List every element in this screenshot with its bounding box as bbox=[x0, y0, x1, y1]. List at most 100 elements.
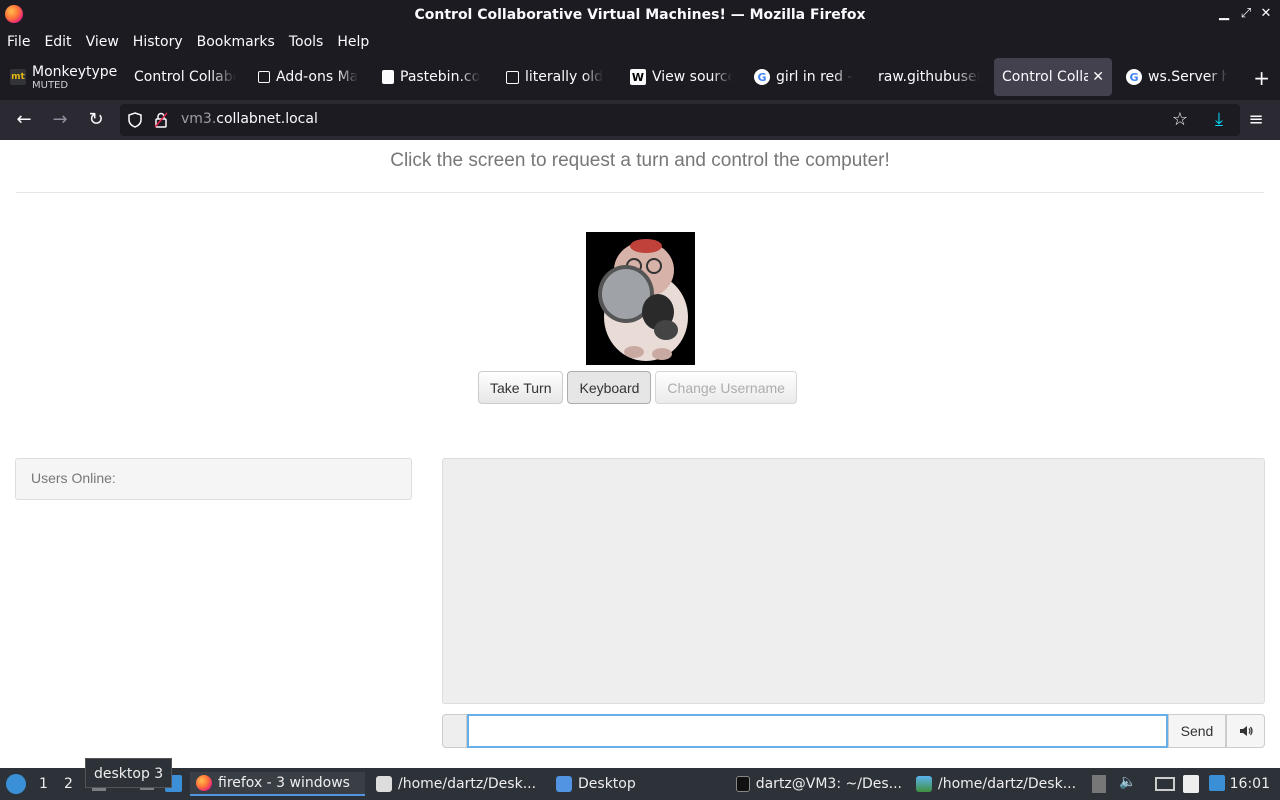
shield-icon[interactable] bbox=[127, 112, 143, 128]
take-turn-button[interactable]: Take Turn bbox=[478, 371, 564, 404]
speaker-icon bbox=[1239, 726, 1253, 736]
tab-label: Control Collabo bbox=[134, 69, 236, 85]
tab-label: raw.githubuser bbox=[878, 69, 980, 85]
tab-label: ws.Server h bbox=[1148, 69, 1228, 85]
tab-label: Control Colla bbox=[1002, 69, 1089, 85]
tab-label: Pastebin.co bbox=[400, 69, 481, 85]
grid-icon bbox=[506, 70, 519, 84]
page-headline: Click the screen to request a turn and c… bbox=[390, 150, 890, 171]
tab-muted-label: MUTED bbox=[32, 79, 69, 91]
reload-icon[interactable]: ↻ bbox=[86, 110, 106, 130]
taskbar: 1 2 firefox - 3 windows /home/dartz/Desk… bbox=[0, 768, 1280, 800]
tab-control-collab-active[interactable]: Control Colla ✕ bbox=[994, 58, 1112, 96]
updates-icon[interactable] bbox=[1209, 775, 1225, 791]
page-content: Click the screen to request a turn and c… bbox=[0, 140, 1280, 768]
send-button[interactable]: Send bbox=[1168, 714, 1226, 748]
tab-control-collab-1[interactable]: Control Collabo bbox=[126, 58, 244, 96]
bookmark-star-icon[interactable]: ☆ bbox=[1170, 110, 1190, 130]
task-label: /home/dartz/Desk... bbox=[398, 776, 537, 792]
tab-raw-github[interactable]: raw.githubuser bbox=[870, 58, 988, 96]
navigation-bar: ← → ↻ vm3.collabnet.local ☆ ⤓ ≡ bbox=[0, 100, 1280, 140]
chat-addon bbox=[442, 714, 467, 748]
window-title: Control Collaborative Virtual Machines! … bbox=[414, 7, 866, 23]
taskbar-terminal[interactable]: dartz@VM3: ~/Des... bbox=[730, 772, 908, 796]
folder-icon bbox=[556, 776, 572, 792]
vm-screen-image[interactable] bbox=[586, 232, 695, 365]
workspace-2[interactable]: 2 bbox=[64, 776, 73, 792]
monkeytype-icon: mt bbox=[10, 69, 26, 85]
terminal-icon bbox=[736, 776, 750, 792]
taskbar-image-viewer[interactable]: /home/dartz/Desk... bbox=[910, 772, 1085, 796]
image-viewer-icon bbox=[916, 776, 932, 792]
wikipedia-icon: W bbox=[630, 69, 646, 85]
keyboard-button[interactable]: Keyboard bbox=[567, 371, 652, 404]
menu-help[interactable]: Help bbox=[337, 34, 369, 50]
menu-bookmarks[interactable]: Bookmarks bbox=[197, 34, 275, 50]
menu-history[interactable]: History bbox=[133, 34, 183, 50]
vm-screen[interactable] bbox=[586, 232, 695, 365]
notes-icon[interactable] bbox=[1183, 775, 1199, 793]
network-icon[interactable] bbox=[1155, 777, 1175, 791]
start-menu-icon[interactable] bbox=[6, 774, 26, 794]
tab-label: literally old bbox=[525, 69, 604, 85]
google-icon: G bbox=[1126, 69, 1142, 85]
close-tab-icon[interactable]: ✕ bbox=[1092, 69, 1104, 85]
forward-icon[interactable]: → bbox=[50, 110, 70, 130]
google-icon: G bbox=[754, 69, 770, 85]
sound-toggle-button[interactable] bbox=[1226, 714, 1265, 748]
puzzle-icon bbox=[258, 71, 270, 83]
menu-edit[interactable]: Edit bbox=[44, 34, 71, 50]
download-icon[interactable]: ⤓ bbox=[1209, 110, 1229, 130]
volume-icon[interactable]: 🔈 bbox=[1119, 774, 1136, 790]
hamburger-menu-icon[interactable]: ≡ bbox=[1246, 110, 1266, 130]
divider bbox=[16, 192, 1264, 193]
url-text[interactable]: vm3.collabnet.local bbox=[181, 111, 318, 127]
tab-bar: mt Monkeytype MUTED Control Collabo Add-… bbox=[0, 54, 1280, 100]
tab-label: Add-ons Ma bbox=[276, 69, 359, 85]
tab-girl-in-red[interactable]: G girl in red - bbox=[746, 58, 864, 96]
editor-icon bbox=[376, 776, 392, 792]
firefox-icon bbox=[196, 775, 212, 791]
taskbar-editor[interactable]: /home/dartz/Desk... bbox=[370, 772, 548, 796]
menu-view[interactable]: View bbox=[86, 34, 119, 50]
pastebin-icon bbox=[382, 70, 394, 84]
task-label: /home/dartz/Desk... bbox=[938, 776, 1077, 792]
window-titlebar: Control Collaborative Virtual Machines! … bbox=[0, 0, 1280, 30]
back-icon[interactable]: ← bbox=[14, 110, 34, 130]
clipboard-icon[interactable] bbox=[1092, 775, 1106, 793]
minimize-icon[interactable]: ▁ bbox=[1216, 6, 1232, 21]
url-bar[interactable]: vm3.collabnet.local bbox=[120, 104, 1240, 136]
tab-literally-old[interactable]: literally old bbox=[498, 58, 616, 96]
workspace-tooltip: desktop 3 bbox=[85, 758, 173, 788]
taskbar-firefox[interactable]: firefox - 3 windows bbox=[190, 772, 365, 796]
maximize-icon[interactable]: ⤢ bbox=[1238, 6, 1254, 21]
new-tab-icon[interactable]: + bbox=[1253, 66, 1270, 90]
change-username-button[interactable]: Change Username bbox=[655, 371, 797, 404]
clock: 16:01 bbox=[1229, 776, 1270, 792]
menu-tools[interactable]: Tools bbox=[289, 34, 324, 50]
control-buttons: Take Turn Keyboard Change Username bbox=[478, 371, 801, 404]
menu-bar: File Edit View History Bookmarks Tools H… bbox=[0, 30, 1280, 54]
users-online-panel: Users Online: bbox=[15, 458, 412, 500]
menu-file[interactable]: File bbox=[7, 34, 30, 50]
chat-input-row: Send bbox=[442, 714, 1265, 748]
workspace-1[interactable]: 1 bbox=[39, 776, 48, 792]
tab-label: girl in red - bbox=[776, 69, 853, 85]
firefox-logo-icon bbox=[5, 5, 23, 23]
tab-monkeytype[interactable]: mt Monkeytype MUTED bbox=[2, 58, 122, 96]
tab-label: Monkeytype bbox=[32, 63, 118, 80]
tab-addons[interactable]: Add-ons Ma bbox=[250, 58, 368, 96]
lock-insecure-icon[interactable] bbox=[154, 112, 168, 128]
users-online-label: Users Online: bbox=[31, 470, 116, 486]
task-label: dartz@VM3: ~/Des... bbox=[755, 776, 902, 792]
task-label: firefox - 3 windows bbox=[218, 775, 350, 791]
tab-ws-server[interactable]: G ws.Server h bbox=[1118, 58, 1236, 96]
task-label: Desktop bbox=[578, 776, 636, 792]
close-icon[interactable]: ✕ bbox=[1258, 6, 1274, 21]
tab-view-source[interactable]: W View source bbox=[622, 58, 740, 96]
chat-messages-panel[interactable] bbox=[442, 458, 1265, 704]
tab-label: View source bbox=[652, 69, 732, 85]
taskbar-desktop-folder[interactable]: Desktop bbox=[550, 772, 725, 796]
chat-input[interactable] bbox=[467, 714, 1168, 748]
tab-pastebin[interactable]: Pastebin.co bbox=[374, 58, 492, 96]
